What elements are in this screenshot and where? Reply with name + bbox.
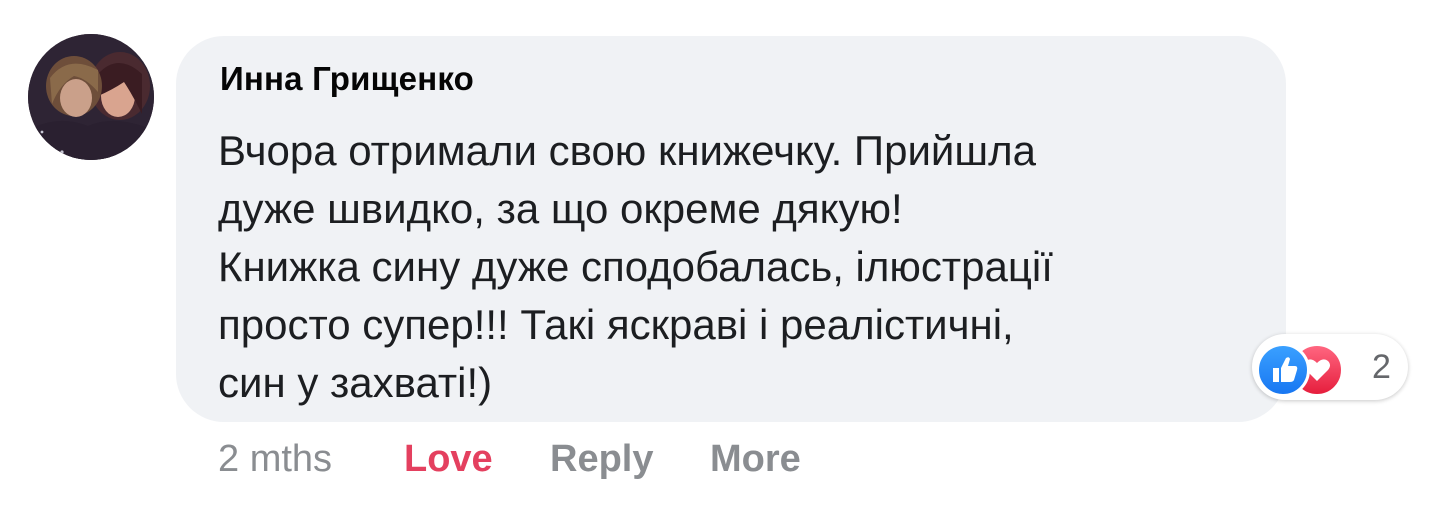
comment-text-line: дуже швидко, за що окреме дякую! [218, 185, 903, 232]
like-icon [1256, 343, 1310, 397]
love-button[interactable]: Love [404, 438, 493, 481]
reaction-count: 2 [1372, 348, 1391, 386]
comment-text-line: син у захваті!) [218, 359, 493, 406]
reply-button[interactable]: Reply [550, 438, 653, 481]
avatar[interactable] [28, 34, 154, 160]
more-button[interactable]: More [710, 438, 801, 481]
reactions-summary[interactable]: 2 [1252, 334, 1408, 400]
avatar-photo [28, 34, 154, 160]
comment-text-line: просто супер!!! Такі яскраві і реалістич… [218, 301, 1014, 348]
comment-bubble: Инна Грищенко Вчора отримали свою книжеч… [176, 36, 1286, 422]
comment-text-line: Вчора отримали свою книжечку. Прийшла [218, 127, 1036, 174]
comment-timestamp[interactable]: 2 mths [218, 438, 332, 481]
comment-text-line: Книжка сину дуже сподобалась, ілюстрації [218, 243, 1053, 290]
comment-author[interactable]: Инна Грищенко [220, 60, 474, 98]
comment-text: Вчора отримали свою книжечку. Прийшла ду… [218, 122, 1248, 412]
